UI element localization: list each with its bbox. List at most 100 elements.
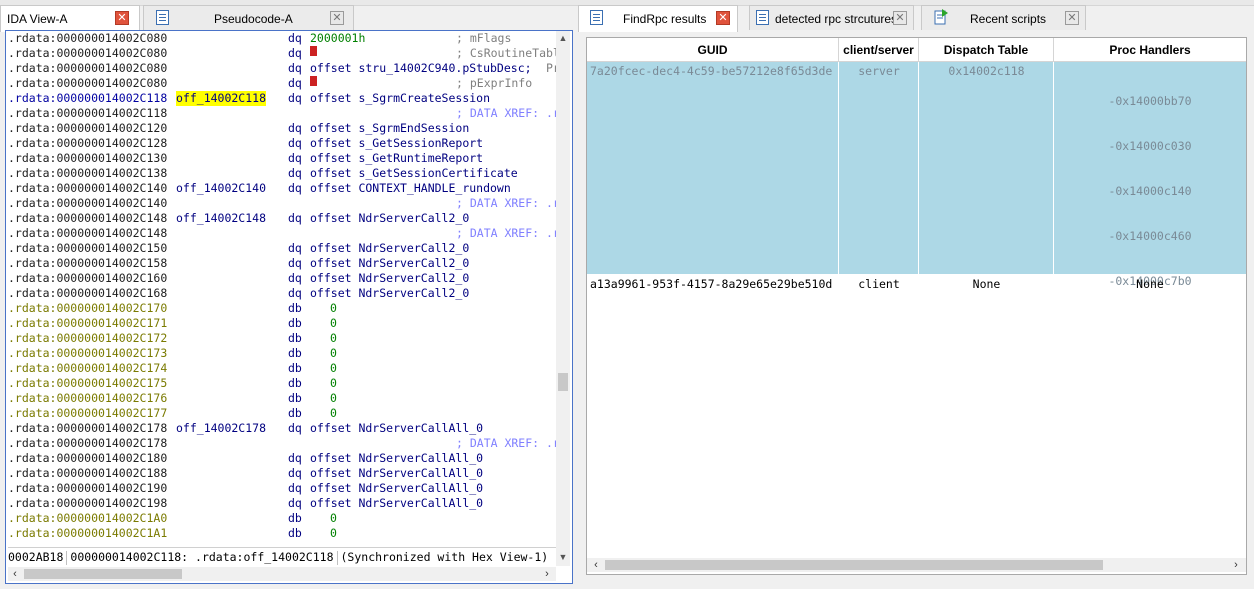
line-label[interactable]: off_14002C148 — [176, 211, 266, 226]
vertical-scrollbar[interactable]: ▲ ▼ — [556, 31, 570, 566]
disasm-line[interactable]: .rdata:000000014002C1A0 db 0 — [8, 511, 558, 526]
line-label[interactable]: off_14002C140 — [176, 181, 266, 196]
scroll-up-icon[interactable]: ▲ — [556, 31, 570, 45]
line-operand[interactable]: offset NdrServerCall2_0 — [310, 241, 469, 256]
line-operand[interactable]: offset NdrServerCallAll_0 — [310, 421, 483, 436]
disasm-line[interactable]: .rdata:000000014002C080 dq ; CsRoutineTabl — [8, 46, 558, 61]
disasm-line[interactable]: .rdata:000000014002C140 ; DATA XREF: .r — [8, 196, 558, 211]
disasm-line[interactable]: .rdata:000000014002C178 off_14002C178 dq of… — [8, 421, 558, 436]
disasm-line[interactable]: .rdata:000000014002C160 dq offset NdrServe… — [8, 271, 558, 286]
close-icon[interactable]: ✕ — [716, 11, 730, 25]
line-operand[interactable]: 0 — [330, 361, 337, 376]
cell-proc-handlers[interactable]: None — [1054, 277, 1246, 291]
cell-dispatch[interactable]: 0x14002c118 — [919, 64, 1054, 78]
cell-role[interactable]: client — [839, 277, 919, 291]
line-operand[interactable]: 0 — [330, 316, 337, 331]
column-header-dispatch-table[interactable]: Dispatch Table Address — [919, 38, 1054, 81]
column-header-proc-handlers[interactable]: Proc Handlers — [1054, 38, 1246, 62]
line-operand[interactable]: 0 — [330, 391, 337, 406]
disasm-line[interactable]: .rdata:000000014002C198 dq offset NdrServe… — [8, 496, 558, 511]
column-header-guid[interactable]: GUID — [587, 38, 839, 62]
line-operand[interactable]: 0 — [330, 346, 337, 361]
line-operand[interactable]: 0 — [330, 376, 337, 391]
cell-guid[interactable]: a13a9961-953f-4157-8a29e65e29be510d — [590, 277, 832, 291]
line-operand[interactable]: offset s_GetSessionReport — [310, 136, 483, 151]
line-operand[interactable]: 0 — [330, 526, 337, 541]
line-operand[interactable]: offset s_GetRuntimeReport — [310, 151, 483, 166]
disasm-line[interactable]: .rdata:000000014002C188 dq offset NdrServe… — [8, 466, 558, 481]
disasm-line[interactable]: .rdata:000000014002C174 db 0 — [8, 361, 558, 376]
disasm-line[interactable]: .rdata:000000014002C080 dq offset stru_140… — [8, 61, 558, 76]
scrollbar-thumb[interactable] — [24, 569, 182, 579]
line-operand[interactable]: offset CONTEXT_HANDLE_rundown — [310, 181, 511, 196]
disasm-line[interactable]: .rdata:000000014002C172 db 0 — [8, 331, 558, 346]
line-operand[interactable]: offset NdrServerCallAll_0 — [310, 451, 483, 466]
disasm-line[interactable]: .rdata:000000014002C080 dq 2000001h ; mFlag… — [8, 31, 558, 46]
line-label[interactable]: off_14002C178 — [176, 421, 266, 436]
disasm-line[interactable]: .rdata:000000014002C171 db 0 — [8, 316, 558, 331]
cell-dispatch[interactable]: None — [919, 277, 1054, 291]
tab-pseudocode-a[interactable]: Pseudocode-A ✕ — [143, 5, 354, 30]
line-operand[interactable]: offset NdrServerCallAll_0 — [310, 496, 483, 511]
close-icon[interactable]: ✕ — [1065, 11, 1079, 25]
scrollbar-thumb[interactable] — [558, 373, 568, 391]
disasm-line[interactable]: .rdata:000000014002C120 dq offset s_SgrmEn… — [8, 121, 558, 136]
disasm-line[interactable]: .rdata:000000014002C173 db 0 — [8, 346, 558, 361]
disasm-line[interactable]: .rdata:000000014002C177 db 0 — [8, 406, 558, 421]
disasm-line[interactable]: .rdata:000000014002C168 dq offset NdrServe… — [8, 286, 558, 301]
scroll-left-icon[interactable]: ‹ — [8, 567, 22, 581]
findrpc-results-table[interactable]: GUID client/server Dispatch Table Addres… — [586, 37, 1247, 575]
line-operand[interactable]: offset s_SgrmEndSession — [310, 121, 469, 136]
close-icon[interactable]: ✕ — [115, 11, 129, 25]
line-operand[interactable]: 0 — [330, 511, 337, 526]
tab-recent-scripts[interactable]: Recent scripts ✕ — [921, 5, 1086, 30]
disasm-line[interactable]: .rdata:000000014002C176 db 0 — [8, 391, 558, 406]
disasm-line[interactable]: .rdata:000000014002C118 ; DATA XREF: .r — [8, 106, 558, 121]
cell-guid[interactable]: 7a20fcec-dec4-4c59-be57212e8f65d3de — [590, 64, 832, 78]
disassembly-listing[interactable]: .rdata:000000014002C080 dq 2000001h ; mFlag… — [8, 31, 558, 546]
disasm-line[interactable]: .rdata:000000014002C148 off_14002C148 dq of… — [8, 211, 558, 226]
horizontal-scrollbar[interactable]: ‹ › — [587, 558, 1246, 572]
line-operand[interactable]: offset NdrServerCallAll_0 — [310, 481, 483, 496]
tab-ida-view-a[interactable]: IDA View-A ✕ — [0, 5, 140, 32]
line-operand[interactable]: offset NdrServerCall2_0 — [310, 256, 469, 271]
disasm-line[interactable]: .rdata:000000014002C150 dq offset NdrServe… — [8, 241, 558, 256]
line-operand[interactable]: 0 — [330, 406, 337, 421]
line-label[interactable]: off_14002C118 — [176, 91, 267, 106]
scrollbar-thumb[interactable] — [605, 560, 1103, 570]
disasm-line[interactable]: .rdata:000000014002C178 ; DATA XREF: .r — [8, 436, 558, 451]
line-operand[interactable]: offset stru_14002C940.pStubDesc; — [310, 61, 532, 76]
line-operand[interactable]: offset NdrServerCall2_0 — [310, 271, 469, 286]
line-operand[interactable]: 0 — [330, 331, 337, 346]
disasm-line[interactable]: .rdata:000000014002C148 ; DATA XREF: .r — [8, 226, 558, 241]
scroll-right-icon[interactable]: › — [540, 567, 554, 581]
scroll-left-icon[interactable]: ‹ — [589, 558, 603, 572]
line-operand[interactable]: offset NdrServerCall2_0 — [310, 286, 469, 301]
tab-detected-rpc-structures[interactable]: detected rpc strcutures ✕ — [749, 5, 914, 30]
disasm-line[interactable]: .rdata:000000014002C170 db 0 — [8, 301, 558, 316]
horizontal-scrollbar[interactable]: ‹ › — [8, 567, 556, 581]
disasm-line[interactable]: .rdata:000000014002C1A1 db 0 — [8, 526, 558, 541]
disasm-line[interactable]: .rdata:000000014002C130 dq offset s_GetRun… — [8, 151, 558, 166]
cell-role[interactable]: server — [839, 64, 919, 78]
scroll-right-icon[interactable]: › — [1229, 558, 1243, 572]
disasm-line[interactable]: .rdata:000000014002C180 dq offset NdrServe… — [8, 451, 558, 466]
tab-findrpc-results[interactable]: FindRpc results ✕ — [578, 5, 738, 32]
line-operand[interactable]: offset NdrServerCall2_0 — [310, 211, 469, 226]
line-operand[interactable]: 2000001h — [310, 31, 365, 46]
disasm-line[interactable]: .rdata:000000014002C128 dq offset s_GetSes… — [8, 136, 558, 151]
close-icon[interactable]: ✕ — [330, 11, 344, 25]
disasm-line[interactable]: .rdata:000000014002C080 dq ; pExprInfo — [8, 76, 558, 91]
disasm-line[interactable]: .rdata:000000014002C140 off_14002C140 dq of… — [8, 181, 558, 196]
line-operand[interactable]: 0 — [330, 301, 337, 316]
disasm-line[interactable]: .rdata:000000014002C138 dq offset s_GetSes… — [8, 166, 558, 181]
disasm-line[interactable]: .rdata:000000014002C175 db 0 — [8, 376, 558, 391]
disasm-line[interactable]: .rdata:000000014002C158 dq offset NdrServe… — [8, 256, 558, 271]
scroll-down-icon[interactable]: ▼ — [556, 550, 570, 564]
line-operand[interactable]: offset s_SgrmCreateSession — [310, 91, 490, 106]
disasm-line[interactable]: .rdata:000000014002C118 off_14002C118 dq of… — [8, 91, 558, 106]
line-operand[interactable]: offset NdrServerCallAll_0 — [310, 466, 483, 481]
close-icon[interactable]: ✕ — [893, 11, 907, 25]
column-header-client-server[interactable]: client/server — [839, 38, 919, 62]
ida-view-panel[interactable]: .rdata:000000014002C080 dq 2000001h ; mFlag… — [5, 30, 573, 584]
